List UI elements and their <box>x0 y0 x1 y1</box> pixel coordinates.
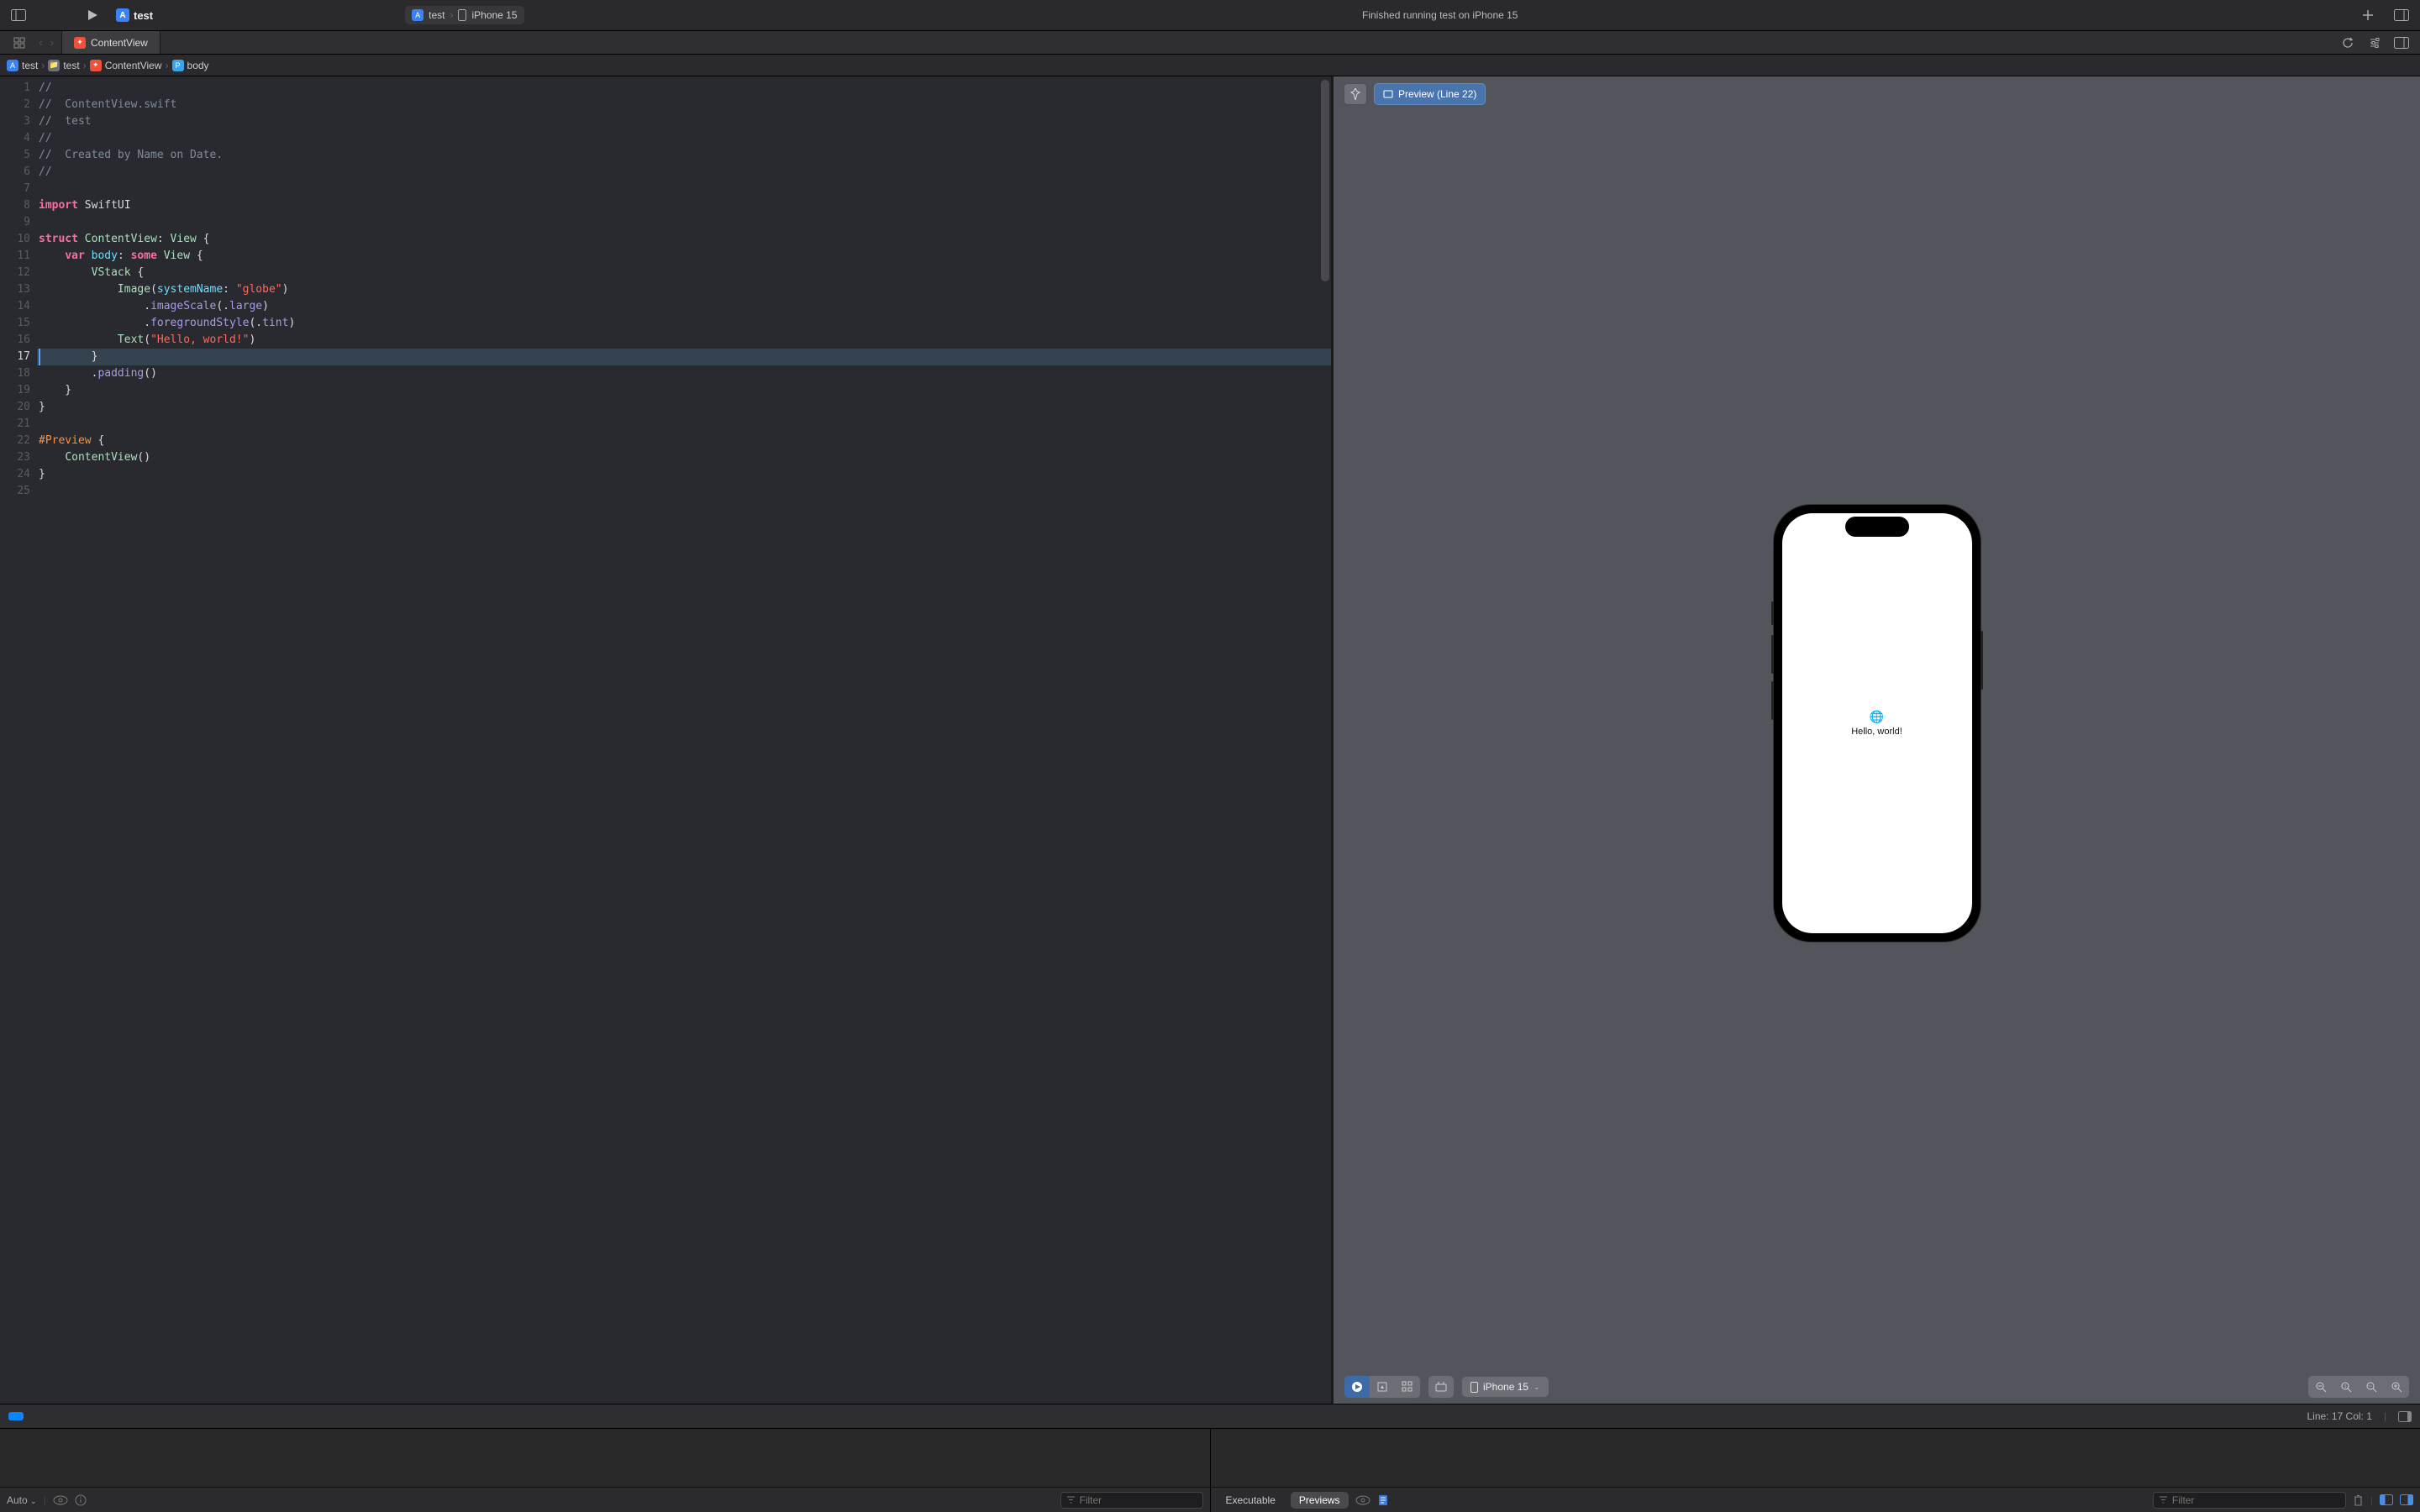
tab-bar: ‹ › ✦ ContentView <box>0 31 2420 55</box>
variables-view[interactable]: Auto ⌄ | Filter <box>0 1429 1211 1512</box>
tab-contentview[interactable]: ✦ ContentView <box>62 31 160 54</box>
filter-icon <box>2159 1495 2168 1504</box>
preview-icon <box>1383 89 1393 99</box>
metadata-icon[interactable] <box>1377 1494 1389 1506</box>
breadcrumb-item[interactable]: test <box>63 60 79 71</box>
preview-text: Hello, world! <box>1851 727 1902 737</box>
side-button-icon <box>1771 635 1774 674</box>
zoom-actual-button[interactable]: 1 <box>2333 1376 2359 1398</box>
library-button[interactable] <box>2390 5 2413 25</box>
device-settings-button[interactable] <box>1428 1376 1454 1398</box>
console-filter-input[interactable]: Filter <box>2153 1492 2346 1509</box>
line-gutter: 1234567891011121314151617181920212223242… <box>0 76 37 1404</box>
scheme-name: test <box>134 9 153 22</box>
target-device: iPhone 15 <box>471 9 517 21</box>
eye-icon[interactable] <box>1355 1495 1370 1505</box>
sidebar-toggle-left-button[interactable] <box>7 5 30 25</box>
breadcrumb-item[interactable]: body <box>187 60 209 71</box>
previews-tab[interactable]: Previews <box>1291 1492 1349 1509</box>
variants-button[interactable] <box>1395 1376 1420 1398</box>
auto-selector[interactable]: Auto ⌄ <box>7 1494 37 1506</box>
editor-status-bar: Line: 17 Col: 1 | <box>0 1404 2420 1428</box>
zoom-in-button[interactable] <box>2384 1376 2409 1398</box>
main-split: 1234567891011121314151617181920212223242… <box>0 76 2420 1404</box>
device-frame: 🌐 Hello, world! <box>1774 505 1981 942</box>
related-items-button[interactable] <box>8 33 31 53</box>
chevron-right-icon: › <box>166 60 169 71</box>
chevron-right-icon: › <box>450 9 453 21</box>
status-badge[interactable] <box>8 1412 24 1420</box>
iphone-icon <box>458 9 466 21</box>
breadcrumb: A test › 📁 test › ✦ ContentView › P body <box>0 55 2420 76</box>
preview-chip-label: Preview (Line 22) <box>1398 88 1476 100</box>
side-button-icon <box>1981 631 1983 690</box>
preview-chip[interactable]: Preview (Line 22) <box>1374 83 1486 105</box>
cursor-position: Line: 17 Col: 1 <box>2307 1410 2371 1422</box>
scheme-selector[interactable]: A test <box>116 8 153 22</box>
filter-placeholder: Filter <box>2172 1494 2195 1506</box>
zoom-fit-button[interactable] <box>2359 1376 2384 1398</box>
preview-canvas: Preview (Line 22) 🌐 Hello, world! <box>1331 76 2420 1404</box>
iphone-icon <box>1470 1382 1478 1393</box>
code-editor[interactable]: 1234567891011121314151617181920212223242… <box>0 76 1331 1404</box>
app-icon: A <box>116 8 129 22</box>
folder-icon: 📁 <box>48 60 60 71</box>
side-button-icon <box>1771 601 1774 625</box>
panel-right-button[interactable] <box>2400 1494 2413 1505</box>
trash-icon[interactable] <box>2353 1494 2364 1506</box>
filter-placeholder: Filter <box>1080 1494 1102 1506</box>
zoom-group: 1 <box>2307 1375 2410 1399</box>
minimap-toggle-icon[interactable] <box>2398 1411 2412 1422</box>
preview-device-selector[interactable]: iPhone 15 ⌄ <box>1461 1376 1549 1398</box>
dynamic-island <box>1845 517 1909 537</box>
filter-icon <box>1066 1495 1076 1504</box>
canvas-toolbar: iPhone 15 ⌄ 1 <box>1334 1370 2420 1404</box>
nav-back-button[interactable]: ‹ <box>39 36 42 49</box>
project-icon: A <box>7 60 18 71</box>
selectable-preview-button[interactable] <box>1370 1376 1395 1398</box>
debug-area: Auto ⌄ | Filter Executable Previews Filt… <box>0 1428 2420 1512</box>
chevron-down-icon: ⌄ <box>1534 1383 1540 1392</box>
live-preview-button[interactable] <box>1344 1376 1370 1398</box>
canvas-stage[interactable]: 🌐 Hello, world! <box>1334 76 2420 1370</box>
code-area[interactable]: //// ContentView.swift// test//// Create… <box>37 76 1331 1404</box>
tab-label: ContentView <box>91 37 148 49</box>
app-icon: A <box>412 9 424 21</box>
chevron-right-icon: › <box>41 60 45 71</box>
breadcrumb-item[interactable]: ContentView <box>105 60 162 71</box>
swift-file-icon: ✦ <box>90 60 102 71</box>
adjust-editor-options-button[interactable] <box>2363 33 2386 53</box>
variables-filter-input[interactable]: Filter <box>1060 1492 1203 1509</box>
preview-mode-group <box>1344 1375 1421 1399</box>
panel-left-button[interactable] <box>2380 1494 2393 1505</box>
nav-forward-button[interactable]: › <box>50 36 54 49</box>
run-destination-selector[interactable]: A test › iPhone 15 <box>405 6 523 24</box>
property-icon: P <box>172 60 184 71</box>
add-button[interactable] <box>2356 5 2380 25</box>
executable-tab[interactable]: Executable <box>1218 1492 1284 1509</box>
zoom-out-button[interactable] <box>2308 1376 2333 1398</box>
breadcrumb-item[interactable]: test <box>22 60 38 71</box>
editor-scrollbar[interactable] <box>1319 76 1331 1404</box>
console-view[interactable]: Executable Previews Filter | <box>1211 1429 2420 1512</box>
run-button[interactable] <box>81 5 104 25</box>
preview-device-label: iPhone 15 <box>1483 1381 1528 1393</box>
target-scheme: test <box>429 9 445 21</box>
chevron-right-icon: › <box>83 60 87 71</box>
activity-status: Finished running test on iPhone 15 <box>1362 9 1518 21</box>
toggle-canvas-button[interactable] <box>2390 33 2413 53</box>
device-screen[interactable]: 🌐 Hello, world! <box>1782 513 1972 933</box>
side-button-icon <box>1771 681 1774 720</box>
toolbar: A test A test › iPhone 15 Finished runni… <box>0 0 2420 31</box>
globe-icon: 🌐 <box>1870 710 1884 724</box>
eye-icon[interactable] <box>53 1495 68 1505</box>
pin-preview-button[interactable] <box>1344 83 1367 105</box>
refresh-canvas-button[interactable] <box>2336 33 2360 53</box>
svg-text:1: 1 <box>2344 1384 2347 1389</box>
info-icon[interactable] <box>75 1494 87 1506</box>
swift-file-icon: ✦ <box>74 37 86 49</box>
